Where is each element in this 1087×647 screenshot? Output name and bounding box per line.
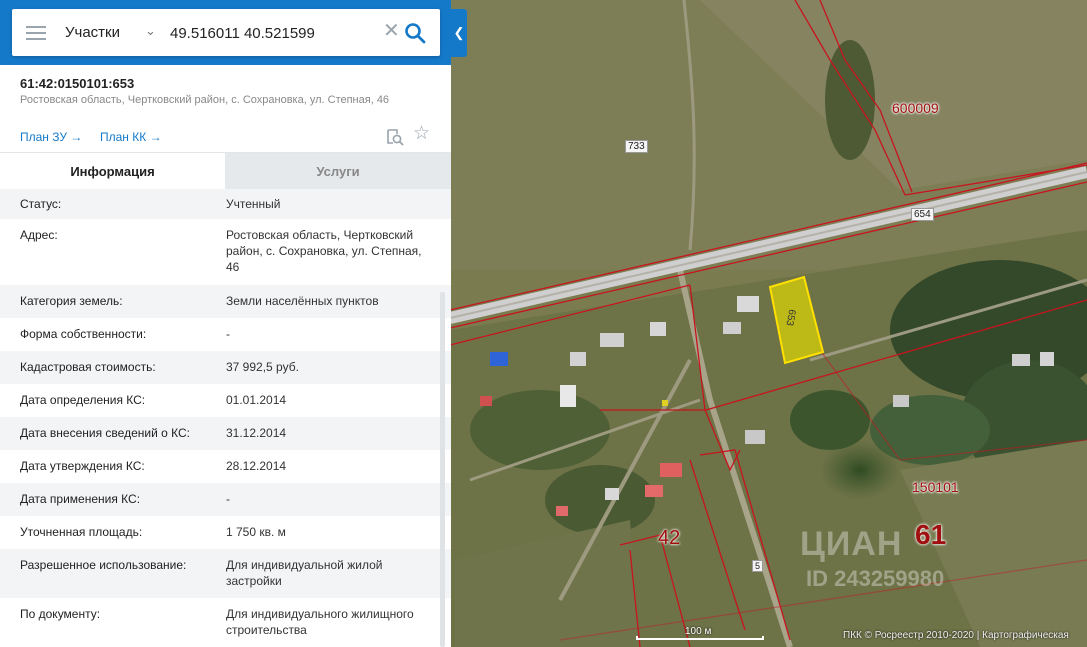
watermark-id: ID 243259980 (806, 566, 945, 591)
search-type-select[interactable]: Участки (65, 24, 120, 41)
info-label: Дата применения КС: (20, 492, 141, 506)
info-row: По документу: Для индивидуального жилищн… (0, 598, 451, 647)
parcel-label-654[interactable]: 654 (911, 208, 934, 221)
info-row: Уточненная площадь: 1 750 кв. м (0, 516, 451, 549)
copyright: ПКК © Росреестр 2010-2020 | Картографиче… (843, 630, 1069, 641)
region-label-61[interactable]: 61 (915, 519, 946, 551)
info-row: Дата применения КС: - (0, 483, 451, 516)
info-label: Статус: (20, 197, 62, 211)
info-label: Дата внесения сведений о КС: (20, 426, 190, 440)
info-value: Ростовская область, Чертковский район, с… (226, 228, 422, 274)
info-row: Разрешенное использование: Для индивидуа… (0, 549, 451, 598)
info-label: Категория земель: (20, 294, 123, 308)
info-label: Форма собственности: (20, 327, 147, 341)
info-value: Учтенный (226, 197, 281, 211)
info-row: Статус: Учтенный (0, 189, 451, 219)
scrollbar[interactable] (440, 292, 445, 647)
chevron-down-icon[interactable]: ⌄ (145, 23, 156, 39)
parcel-label-733[interactable]: 733 (625, 140, 648, 153)
info-value: Земли населённых пунктов (226, 294, 379, 308)
quarter-label-150101[interactable]: 150101 (912, 479, 959, 495)
plan-zu-link[interactable]: План ЗУ → (20, 130, 82, 144)
search-bar: Участки ⌄ ✕ (0, 0, 451, 65)
plan-kk-link[interactable]: План КК → (100, 130, 162, 144)
info-label: Дата утверждения КС: (20, 459, 145, 473)
info-table: Статус: Учтенный Адрес: Ростовская облас… (0, 189, 451, 647)
info-value: Для индивидуальной жилой застройки (226, 558, 383, 588)
menu-icon[interactable] (26, 26, 46, 40)
document-search-icon[interactable] (386, 128, 404, 146)
tab-bar: Информация Услуги (0, 152, 451, 190)
info-row: Дата внесения сведений о КС: 31.12.2014 (0, 417, 451, 450)
scale-label: 100 м (685, 626, 712, 637)
clear-icon[interactable]: ✕ (383, 21, 400, 41)
info-row: Категория земель: Земли населённых пункт… (0, 285, 451, 318)
info-label: Дата определения КС: (20, 393, 146, 407)
info-value: - (226, 492, 230, 506)
info-row: Кадастровая стоимость: 37 992,5 руб. (0, 351, 451, 384)
info-row: Форма собственности: - (0, 318, 451, 351)
collapse-panel-button[interactable]: ❮ (451, 9, 467, 57)
info-value: 28.12.2014 (226, 459, 287, 473)
info-row: Адрес: Ростовская область, Чертковский р… (0, 219, 451, 285)
info-value: 01.01.2014 (226, 393, 287, 407)
info-label: Разрешенное использование: (20, 558, 187, 572)
info-value: 37 992,5 руб. (226, 360, 299, 374)
info-label: По документу: (20, 607, 101, 621)
info-row: Дата определения КС: 01.01.2014 (0, 384, 451, 417)
search-icon[interactable] (404, 22, 426, 44)
info-label: Кадастровая стоимость: (20, 360, 156, 374)
info-value: Для индивидуального жилищного строительс… (226, 607, 414, 637)
district-label-42[interactable]: 42 (658, 527, 680, 550)
search-input[interactable] (170, 20, 375, 46)
info-label: Адрес: (20, 228, 58, 242)
info-panel: Участки ⌄ ✕ 61:42:0150101:653 Ростовская… (0, 0, 451, 647)
info-value: - (226, 327, 230, 341)
info-value: 31.12.2014 (226, 426, 287, 440)
cadastral-address: Ростовская область, Чертковский район, с… (20, 94, 390, 106)
quarter-label-600009[interactable]: 600009 (892, 100, 939, 116)
tab-information[interactable]: Информация (0, 153, 225, 190)
chevron-left-icon: ❮ (453, 25, 465, 40)
search-box: Участки ⌄ ✕ (12, 9, 440, 56)
info-row: Дата утверждения КС: 28.12.2014 (0, 450, 451, 483)
cadastral-number: 61:42:0150101:653 (20, 76, 135, 91)
star-icon[interactable]: ☆ (413, 124, 430, 144)
parcel-label-5[interactable]: 5 (752, 560, 764, 572)
watermark: ЦИАН (800, 525, 903, 563)
info-value: 1 750 кв. м (226, 525, 286, 539)
info-label: Уточненная площадь: (20, 525, 143, 539)
tab-services[interactable]: Услуги (225, 153, 451, 190)
